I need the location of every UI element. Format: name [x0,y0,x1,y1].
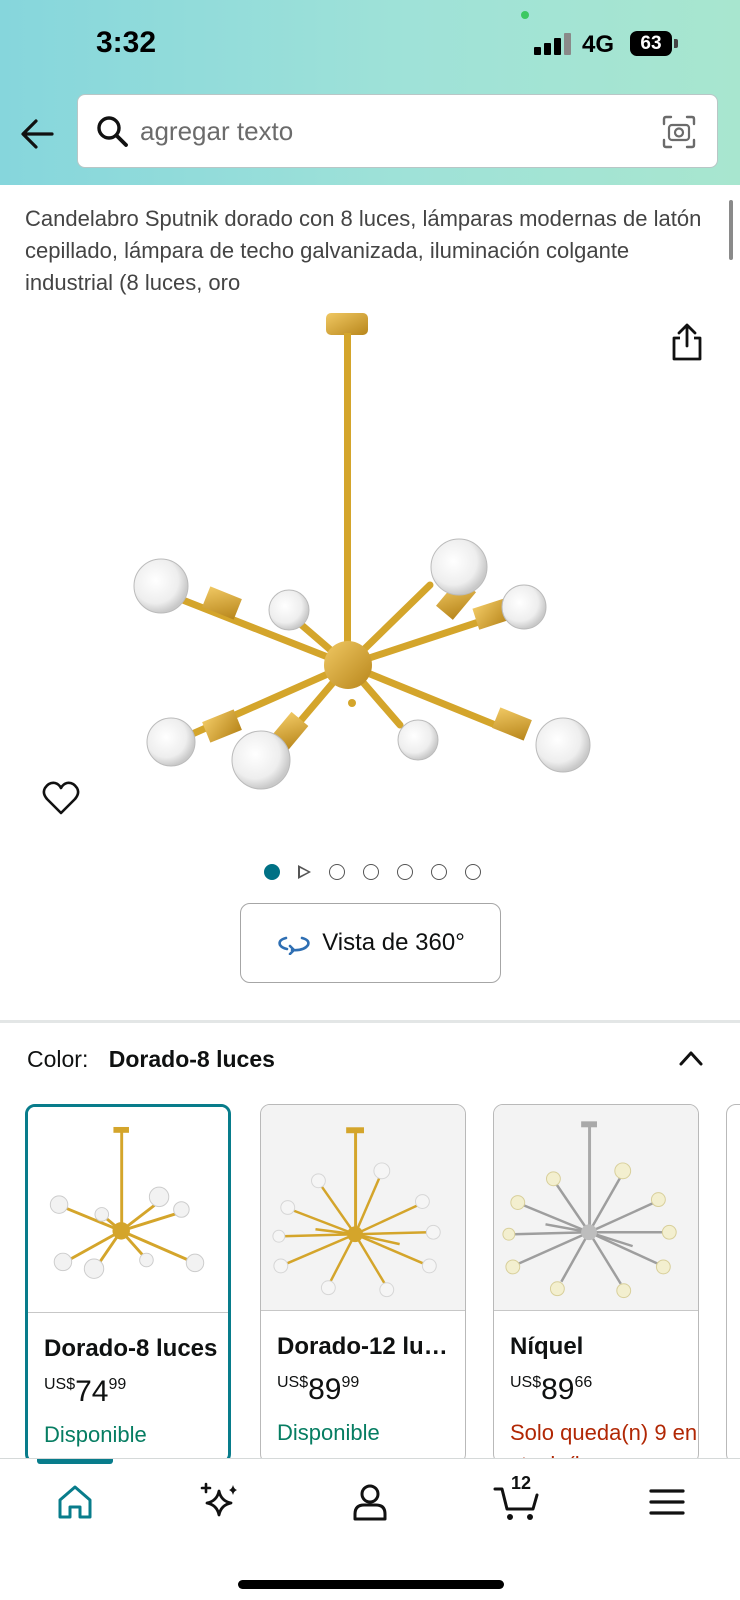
variant-name: Níquel [510,1333,584,1360]
heart-icon[interactable] [42,780,80,816]
search-bar[interactable] [77,94,718,168]
rotate-360-icon [278,936,310,955]
carousel-dot[interactable] [363,864,379,880]
network-type: 4G [582,31,615,58]
signal-icon [534,33,574,55]
battery-icon: 63 [630,31,672,56]
color-label: Color: [27,1046,89,1072]
variant-availability: Solo queda(n) 9 en stock (h [510,1420,698,1463]
video-play-icon[interactable] [298,865,311,879]
home-icon[interactable] [54,1481,96,1523]
product-image[interactable] [130,305,610,815]
status-time: 3:32 [96,26,157,59]
variant-price: US$7499 [44,1375,127,1408]
search-icon [97,116,128,147]
back-arrow-icon[interactable] [18,114,58,154]
home-indicator[interactable] [238,1580,504,1589]
carousel-dot[interactable] [329,864,345,880]
product-title[interactable]: Candelabro Sputnik dorado con 8 luces, l… [25,203,715,299]
sparkle-icon[interactable] [199,1481,241,1523]
cart-count: 12 [511,1473,532,1493]
variant-card-partial[interactable] [726,1104,740,1464]
variant-card-dorado-8[interactable]: Dorado-8 luces US$7499 Disponible [25,1104,231,1464]
battery-tip [674,39,678,48]
variant-card-dorado-12[interactable]: Dorado-12 luces US$8999 Disponible [260,1104,466,1464]
variant-availability: Disponible [44,1422,147,1447]
variant-availability: Disponible [277,1420,380,1445]
variant-image [28,1107,228,1313]
share-icon[interactable] [670,322,704,362]
section-divider [0,1020,740,1023]
variant-name: Dorado-8 luces [44,1335,218,1362]
variant-image [261,1105,465,1311]
variant-price: US$8966 [510,1373,593,1406]
camera-lens-icon[interactable] [662,115,696,149]
selected-color: Dorado-8 luces [108,1046,275,1072]
privacy-indicator-dot [521,11,529,19]
carousel-dot-active[interactable] [264,864,280,880]
variant-image [494,1105,698,1311]
menu-icon[interactable] [646,1481,688,1523]
scrollbar[interactable] [729,200,733,260]
variant-price: US$8999 [277,1373,360,1406]
view-360-button[interactable]: Vista de 360° [240,903,501,983]
view-360-label: Vista de 360° [322,929,465,956]
carousel-dot[interactable] [465,864,481,880]
color-selector-header[interactable]: Color: Dorado-8 luces [27,1046,275,1073]
battery-level: 63 [640,33,662,54]
chevron-up-icon[interactable] [677,1048,705,1068]
variant-name: Dorado-12 luces [277,1333,457,1360]
image-carousel-dots[interactable] [264,862,481,882]
carousel-dot[interactable] [397,864,413,880]
variant-card-niquel[interactable]: Níquel US$8966 Solo queda(n) 9 en stock … [493,1104,699,1464]
search-input[interactable] [140,109,620,153]
carousel-dot[interactable] [431,864,447,880]
account-icon[interactable] [349,1481,391,1523]
header: 3:32 4G 63 [0,0,740,185]
active-tab-indicator [37,1459,113,1464]
bottom-navigation [0,1458,740,1600]
